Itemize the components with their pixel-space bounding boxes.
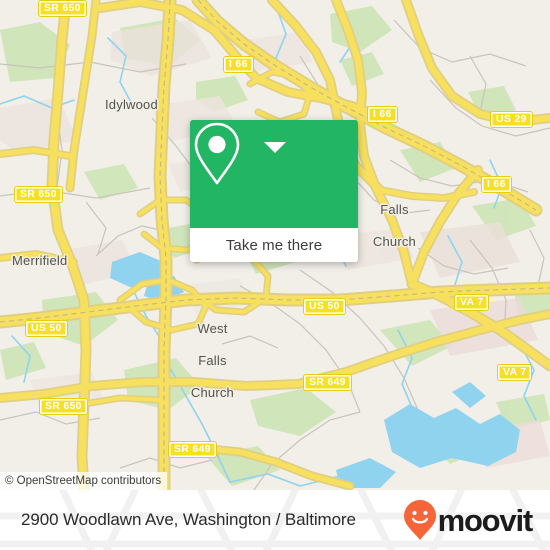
- popup-icon-area: [190, 120, 358, 228]
- road-shield-sr-650: SR 650: [38, 0, 87, 17]
- bottom-bar: 2900 Woodlawn Ave, Washington / Baltimor…: [0, 490, 550, 550]
- road-shield-va-7: VA 7: [454, 294, 490, 311]
- moovit-pin-icon: [403, 500, 436, 540]
- road-shield-va-7: VA 7: [497, 364, 533, 381]
- road-shield-sr-650: SR 650: [14, 186, 63, 203]
- road-shield-sr-649: SR 649: [303, 374, 352, 391]
- map-canvas[interactable]: Idylwood Merrifield West Falls Church Fa…: [0, 0, 550, 490]
- osm-attribution[interactable]: © OpenStreetMap contributors: [0, 472, 168, 490]
- road-shield-us-50: US 50: [303, 298, 346, 315]
- location-pin-icon: [194, 122, 240, 185]
- moovit-logo[interactable]: moovit: [403, 499, 534, 541]
- road-shield-i-66: I 66: [223, 56, 254, 73]
- take-me-there-label: Take me there: [225, 236, 323, 254]
- road-shield-i-66: I 66: [367, 106, 398, 123]
- map-screenshot: Idylwood Merrifield West Falls Church Fa…: [0, 0, 550, 550]
- road-shield-us-50: US 50: [25, 320, 68, 337]
- road-shield-sr-650: SR 650: [39, 398, 88, 415]
- popup-tail: [264, 142, 286, 153]
- road-shield-us-29: US 29: [490, 111, 533, 128]
- road-shield-i-66: I 66: [481, 176, 512, 193]
- moovit-wordmark: moovit: [437, 502, 534, 538]
- popup-action-area[interactable]: Take me there: [190, 228, 358, 262]
- address-label: 2900 Woodlawn Ave, Washington / Baltimor…: [21, 510, 356, 529]
- road-shield-sr-649: SR 649: [168, 441, 217, 458]
